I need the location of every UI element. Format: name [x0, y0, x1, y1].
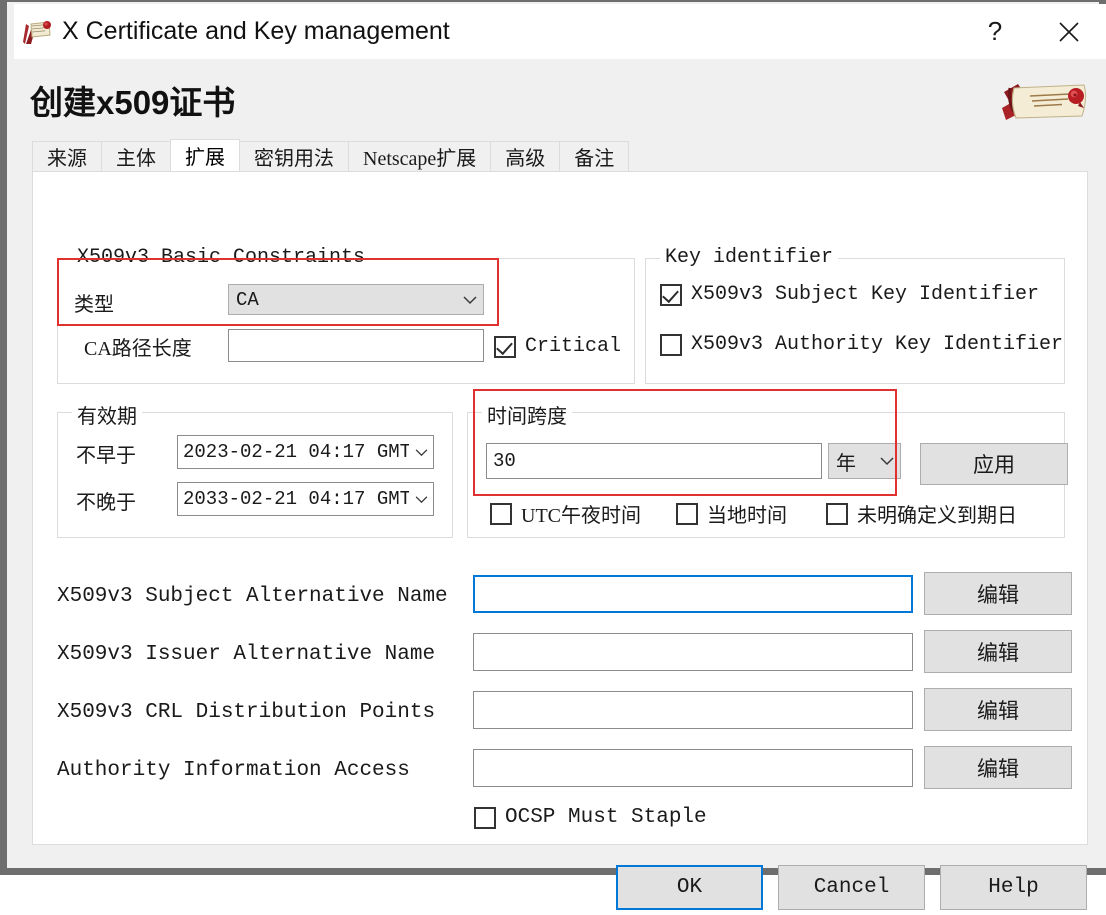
title-bar: X Certificate and Key management ?	[14, 4, 1106, 59]
cancel-button-label: Cancel	[813, 876, 890, 899]
validity-legend: 有效期	[72, 400, 142, 429]
window-title: X Certificate and Key management	[62, 17, 450, 45]
subject-alt-name-label: X509v3 Subject Alternative Name	[57, 585, 448, 608]
not-before-value: 2023-02-21 04:17 GMT	[183, 441, 409, 463]
dialog-body: 创建x509证书 来源 主体 扩展 密钥用法 Netscape扩展 高级 备注 …	[14, 59, 1106, 910]
issuer-alt-name-edit-button[interactable]: 编辑	[924, 630, 1072, 673]
subject-alt-name-edit-button[interactable]: 编辑	[924, 572, 1072, 615]
tab-key-usage[interactable]: 密钥用法	[239, 141, 349, 171]
checkbox-box	[490, 502, 512, 525]
authority-information-access-edit-button[interactable]: 编辑	[924, 746, 1072, 789]
timespan-group: 时间跨度 年 应用 UTC午夜时间 当地时间	[467, 400, 1068, 538]
ca-path-length-label: CA路径长度	[84, 338, 192, 360]
help-button-label: Help	[988, 876, 1039, 899]
tab-advanced[interactable]: 高级	[490, 141, 561, 171]
ca-path-length-input[interactable]	[228, 329, 484, 362]
checkbox-box	[826, 502, 848, 525]
not-after-value: 2033-02-21 04:17 GMT	[183, 488, 409, 510]
chevron-down-icon	[457, 295, 483, 305]
tab-source[interactable]: 来源	[32, 141, 102, 171]
help-button[interactable]: ?	[958, 4, 1032, 59]
type-label: 类型	[74, 294, 114, 316]
basic-constraints-group: X509v3 Basic Constraints 类型 CA CA路径长度 Cr…	[57, 246, 635, 384]
checkbox-box	[474, 806, 496, 829]
apply-button[interactable]: 应用	[920, 443, 1068, 485]
checkbox-box	[494, 335, 516, 358]
subject-alt-name-input[interactable]	[473, 575, 913, 613]
close-icon[interactable]	[1032, 4, 1106, 59]
basic-constraints-legend: X509v3 Basic Constraints	[72, 246, 371, 269]
page-title: 创建x509证书	[30, 84, 236, 121]
dialog-button-bar: OK Cancel Help	[14, 845, 1106, 915]
edit-button-label: 编辑	[977, 583, 1019, 607]
tab-netscape[interactable]: Netscape扩展	[348, 141, 492, 171]
crl-distribution-points-label: X509v3 CRL Distribution Points	[57, 701, 436, 724]
ok-button-label: OK	[676, 876, 703, 899]
apply-button-label: 应用	[973, 454, 1015, 477]
utc-midnight-label: UTC午夜时间	[521, 505, 641, 527]
cancel-button[interactable]: Cancel	[778, 865, 925, 910]
not-before-label: 不早于	[76, 445, 136, 467]
timespan-unit-select[interactable]: 年	[828, 443, 901, 479]
checkbox-box	[660, 283, 682, 306]
key-identifier-legend: Key identifier	[660, 246, 839, 269]
edit-button-label: 编辑	[977, 757, 1019, 781]
ocsp-must-staple-checkbox[interactable]: OCSP Must Staple	[474, 806, 707, 829]
ok-button[interactable]: OK	[616, 865, 763, 910]
critical-label: Critical	[525, 335, 622, 358]
key-identifier-group: Key identifier X509v3 Subject Key Identi…	[645, 246, 1065, 384]
no-well-defined-expiration-checkbox[interactable]: 未明确定义到期日	[826, 499, 1017, 528]
authority-key-identifier-label: X509v3 Authority Key Identifier	[691, 333, 1064, 356]
certificate-scroll-icon	[23, 18, 53, 46]
not-after-select[interactable]: 2033-02-21 04:17 GMT	[177, 482, 434, 516]
crl-distribution-points-input[interactable]	[473, 691, 913, 729]
basic-constraints-type-select[interactable]: CA	[228, 284, 484, 315]
issuer-alt-name-label: X509v3 Issuer Alternative Name	[57, 643, 436, 666]
tab-subject[interactable]: 主体	[101, 141, 171, 171]
timespan-legend: 时间跨度	[482, 400, 572, 429]
issuer-alt-name-input[interactable]	[473, 633, 913, 671]
crl-distribution-points-edit-button[interactable]: 编辑	[924, 688, 1072, 731]
help-dialog-button[interactable]: Help	[940, 865, 1087, 910]
subject-key-identifier-checkbox[interactable]: X509v3 Subject Key Identifier	[660, 283, 1039, 306]
tab-strip: 来源 主体 扩展 密钥用法 Netscape扩展 高级 备注	[32, 139, 630, 171]
title-bar-buttons: ?	[958, 4, 1106, 59]
validity-group: 有效期 不早于 2023-02-21 04:17 GMT 不晚于 2033-02…	[57, 400, 453, 538]
critical-checkbox[interactable]: Critical	[494, 335, 621, 358]
chevron-down-icon	[409, 495, 433, 504]
subject-key-identifier-label: X509v3 Subject Key Identifier	[691, 283, 1040, 306]
ocsp-must-staple-label: OCSP Must Staple	[505, 806, 707, 829]
edit-button-label: 编辑	[977, 699, 1019, 723]
timespan-unit-value: 年	[836, 452, 856, 475]
no-well-defined-expiration-label: 未明确定义到期日	[857, 505, 1017, 527]
authority-information-access-label: Authority Information Access	[57, 759, 410, 782]
utc-midnight-checkbox[interactable]: UTC午夜时间	[490, 499, 641, 528]
basic-constraints-type-value: CA	[236, 288, 259, 311]
timespan-value-input[interactable]	[486, 443, 822, 479]
dialog-window: X Certificate and Key management ? 创建x50…	[0, 0, 1106, 910]
chevron-down-icon	[409, 448, 433, 457]
tab-comment[interactable]: 备注	[559, 141, 630, 171]
checkbox-box	[676, 502, 698, 525]
authority-information-access-input[interactable]	[473, 749, 913, 787]
authority-key-identifier-checkbox[interactable]: X509v3 Authority Key Identifier	[660, 333, 1063, 356]
local-time-checkbox[interactable]: 当地时间	[676, 499, 787, 528]
local-time-label: 当地时间	[707, 505, 787, 527]
certificate-ribbon-logo	[996, 78, 1096, 130]
not-after-label: 不晚于	[76, 492, 136, 514]
edit-button-label: 编辑	[977, 641, 1019, 665]
not-before-select[interactable]: 2023-02-21 04:17 GMT	[177, 435, 434, 469]
tab-extensions[interactable]: 扩展	[170, 139, 240, 171]
extensions-panel: X509v3 Basic Constraints 类型 CA CA路径长度 Cr…	[32, 171, 1088, 845]
checkbox-box	[660, 333, 682, 356]
chevron-down-icon	[874, 456, 900, 466]
